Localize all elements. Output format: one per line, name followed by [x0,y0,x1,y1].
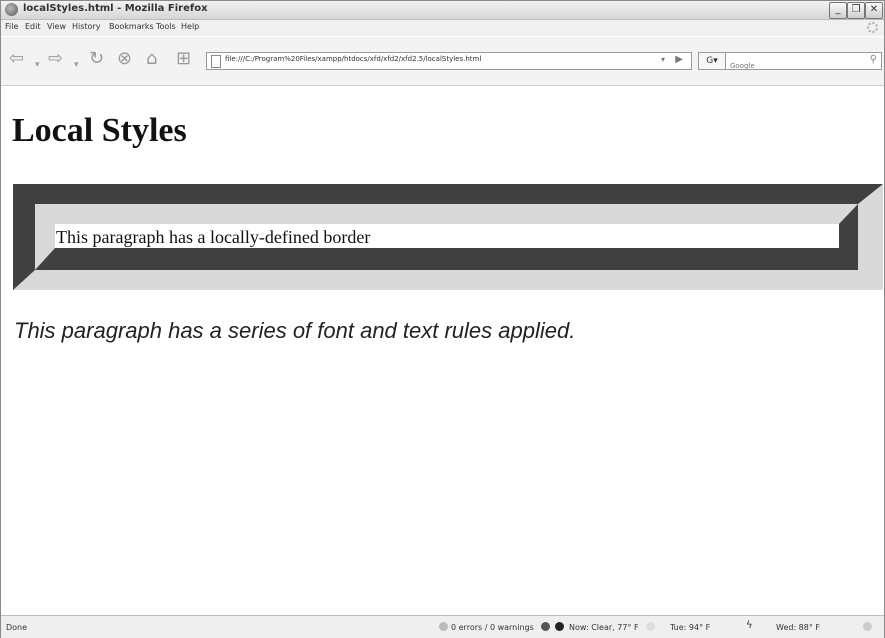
page-content: Local Styles This paragraph has a locall… [1,86,884,614]
error-count[interactable]: 0 errors / 0 warnings [451,623,534,632]
firefox-icon [5,3,18,16]
menu-tools[interactable]: Tools [156,22,176,31]
bordered-paragraph: This paragraph has a locally-defined bor… [56,227,371,247]
new-tab-icon[interactable]: ⊞ [176,49,191,69]
menu-file[interactable]: File [5,22,18,31]
url-dropdown-icon[interactable]: ▾ [661,55,665,64]
menu-history[interactable]: History [72,22,100,31]
storm-icon: ϟ [746,620,753,631]
menu-bar: File Edit View History Bookmarks Tools H… [1,20,884,36]
weather-wednesday[interactable]: Wed: 88° F [776,623,820,632]
status-text: Done [6,623,28,632]
navigation-toolbar: ⇦ ▾ ⇨ ▾ ↻ ⊗ ⌂ ⊞ file:///C:/Program%20Fil… [1,37,884,86]
browser-window: localStyles.html - Mozilla Firefox _ ❐ ✕… [0,0,885,638]
reload-icon[interactable]: ↻ [89,49,104,69]
sun-icon [646,622,655,631]
url-bar[interactable]: file:///C:/Program%20Files/xampp/htdocs/… [206,52,692,70]
back-icon[interactable]: ⇦ [9,49,24,69]
weather-icon[interactable] [555,622,564,631]
italic-paragraph: This paragraph has a series of font and … [14,318,576,343]
menu-help[interactable]: Help [181,22,199,31]
bordered-paragraph-box: This paragraph has a locally-defined bor… [13,184,883,290]
window-title: localStyles.html - Mozilla Firefox [23,3,208,14]
stop-icon[interactable]: ⊗ [117,49,132,69]
url-text[interactable]: file:///C:/Program%20Files/xampp/htdocs/… [225,55,481,63]
weather-now[interactable]: Now: Clear, 77° F [569,623,639,632]
status-bar: Done 0 errors / 0 warnings Now: Clear, 7… [1,615,884,638]
minimize-button[interactable]: _ [829,2,847,19]
search-input[interactable] [726,59,864,73]
forward-dropdown-icon[interactable]: ▾ [74,55,79,75]
back-dropdown-icon[interactable]: ▾ [35,55,40,75]
search-engine-button[interactable]: G▾ [698,52,726,70]
search-icon[interactable]: ⚲ [870,54,877,65]
throbber-icon [867,22,878,33]
forward-icon[interactable]: ⇨ [48,49,63,69]
weather-tuesday[interactable]: Tue: 94° F [670,623,710,632]
menu-view[interactable]: View [47,22,66,31]
page-heading: Local Styles [12,112,187,149]
home-icon[interactable]: ⌂ [146,49,157,69]
check-icon [439,622,448,631]
chevron-down-icon: ▾ [713,56,718,66]
search-box: ⚲ [725,52,882,73]
title-bar: localStyles.html - Mozilla Firefox _ ❐ ✕ [1,1,884,20]
go-icon[interactable]: ▶ [675,54,683,65]
menu-bookmarks[interactable]: Bookmarks [109,22,154,31]
menu-edit[interactable]: Edit [25,22,41,31]
border-inner-bottom-dark [35,248,858,270]
addon-icon[interactable] [541,622,550,631]
cloud-icon [863,622,872,631]
close-button[interactable]: ✕ [865,2,883,19]
maximize-button[interactable]: ❐ [847,2,865,19]
page-icon [211,55,221,68]
